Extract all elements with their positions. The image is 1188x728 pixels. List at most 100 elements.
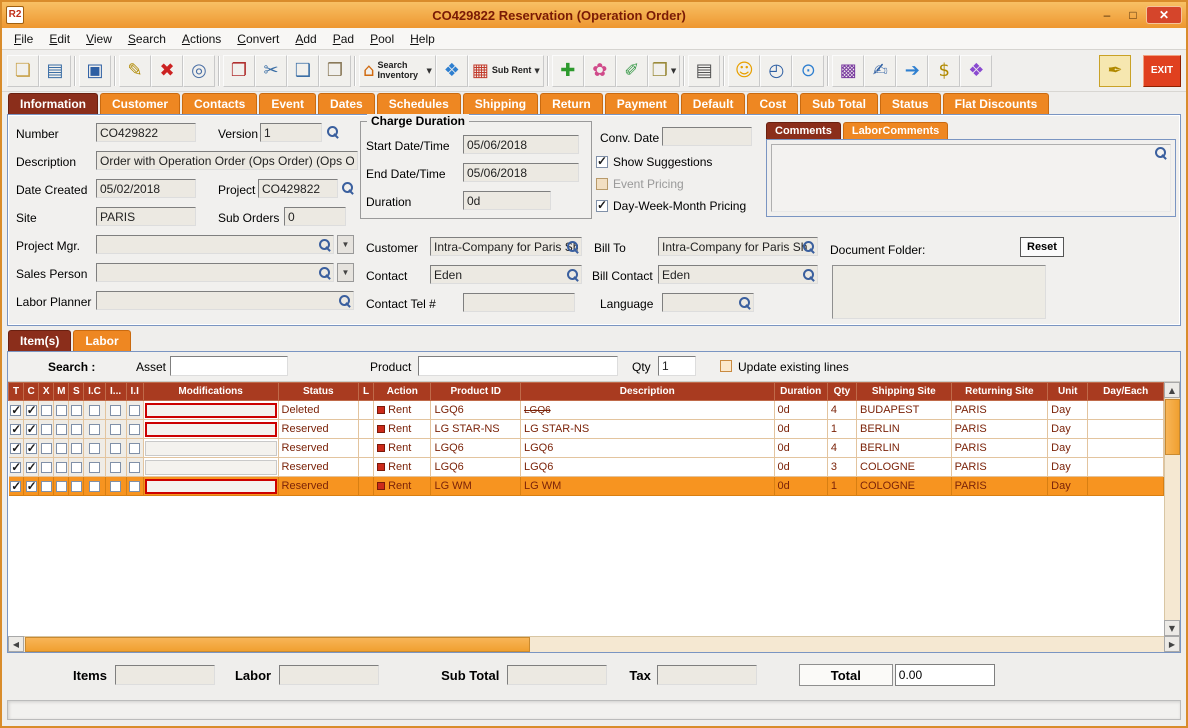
row-checkbox[interactable] <box>110 443 121 454</box>
tab-dates[interactable]: Dates <box>318 93 375 114</box>
project-mgr-search-icon[interactable] <box>318 238 331 251</box>
row-checkbox[interactable] <box>110 481 121 492</box>
cell-check[interactable] <box>69 439 84 458</box>
cell-unit[interactable]: Day <box>1048 477 1088 496</box>
row-checkbox[interactable] <box>56 462 67 473</box>
row-checkbox[interactable] <box>26 405 37 416</box>
cell-check[interactable] <box>9 477 24 496</box>
version-field[interactable] <box>260 123 322 142</box>
row-checkbox[interactable] <box>26 462 37 473</box>
row-checkbox[interactable] <box>56 405 67 416</box>
tab-item-s[interactable]: Item(s) <box>8 330 71 351</box>
duration-field[interactable] <box>463 191 551 210</box>
cell-product-id[interactable]: LGQ6 <box>431 401 521 420</box>
tab-cost[interactable]: Cost <box>747 93 798 114</box>
project-mgr-combo[interactable] <box>96 235 334 254</box>
row-checkbox[interactable] <box>110 424 121 435</box>
cell-qty[interactable]: 4 <box>827 439 856 458</box>
row-checkbox[interactable] <box>129 443 140 454</box>
modifications-box[interactable] <box>145 441 277 456</box>
cell-action[interactable]: Rent <box>374 401 431 420</box>
notes-button[interactable]: ✍ <box>864 55 896 87</box>
cell-unit[interactable]: Day <box>1048 401 1088 420</box>
cell-day-each[interactable] <box>1088 439 1164 458</box>
cell-check[interactable] <box>39 420 54 439</box>
row-checkbox[interactable] <box>10 424 21 435</box>
group-button[interactable]: ✿ <box>584 55 616 87</box>
row-checkbox[interactable] <box>89 481 100 492</box>
cell-unit[interactable]: Day <box>1048 439 1088 458</box>
column-header-unit[interactable]: Unit <box>1048 383 1088 401</box>
cell-returning-site[interactable]: PARIS <box>951 420 1048 439</box>
cell-description[interactable]: LGQ6 <box>520 401 774 420</box>
cell-qty[interactable]: 1 <box>827 420 856 439</box>
column-header-i[interactable]: I... <box>105 383 126 401</box>
description-field[interactable] <box>96 151 358 170</box>
scroll-left-button[interactable]: ◀ <box>8 636 24 652</box>
scroll-right-button[interactable]: ▶ <box>1164 636 1180 652</box>
row-checkbox[interactable] <box>110 462 121 473</box>
add-item-button[interactable]: ✚ <box>552 55 584 87</box>
cell-check[interactable] <box>105 420 126 439</box>
site-field[interactable] <box>96 207 196 226</box>
cell-status[interactable]: Reserved <box>278 458 358 477</box>
contact-tel-field[interactable] <box>463 293 575 312</box>
checkbox-day-week-month-pricing[interactable] <box>596 200 608 212</box>
cell-description[interactable]: LG WM <box>520 477 774 496</box>
maximize-button[interactable]: □ <box>1120 6 1146 24</box>
cell-check[interactable] <box>39 458 54 477</box>
column-header-returning-site[interactable]: Returning Site <box>951 383 1048 401</box>
sub-rent-button[interactable]: ▦Sub Rent▼ <box>468 55 544 87</box>
row-checkbox[interactable] <box>56 481 67 492</box>
title-bar[interactable]: R2 CO429822 Reservation (Operation Order… <box>2 2 1186 28</box>
cell-action[interactable]: Rent <box>374 439 431 458</box>
row-checkbox[interactable] <box>89 462 100 473</box>
sub-orders-field[interactable] <box>284 207 346 226</box>
sales-person-search-icon[interactable] <box>318 266 331 279</box>
menu-item-actions[interactable]: Actions <box>174 30 229 48</box>
column-header-t[interactable]: T <box>9 383 24 401</box>
cell-description[interactable]: LG STAR-NS <box>520 420 774 439</box>
cell-description[interactable]: LGQ6 <box>520 458 774 477</box>
save-button[interactable]: ▣ <box>79 55 111 87</box>
cell-check[interactable] <box>105 477 126 496</box>
tab-payment[interactable]: Payment <box>605 93 679 114</box>
bill-contact-combo[interactable] <box>658 265 818 284</box>
tab-comments[interactable]: Comments <box>766 122 841 139</box>
row-checkbox[interactable] <box>56 424 67 435</box>
cell-qty[interactable]: 4 <box>827 401 856 420</box>
disk-transfer-button[interactable]: ⊙ <box>792 55 824 87</box>
cell-returning-site[interactable]: PARIS <box>951 477 1048 496</box>
cell-check[interactable] <box>69 458 84 477</box>
cell-check[interactable] <box>9 458 24 477</box>
cell-l[interactable] <box>359 458 374 477</box>
row-checkbox[interactable] <box>71 462 82 473</box>
row-checkbox[interactable] <box>71 424 82 435</box>
cut-scissors-button[interactable]: ✂ <box>255 55 287 87</box>
cell-check[interactable] <box>9 401 24 420</box>
version-search-icon[interactable] <box>326 125 339 138</box>
cell-check[interactable] <box>69 401 84 420</box>
modifications-box[interactable] <box>145 403 277 418</box>
row-checkbox[interactable] <box>41 462 52 473</box>
cell-returning-site[interactable]: PARIS <box>951 401 1048 420</box>
cell-action[interactable]: Rent <box>374 477 431 496</box>
tab-laborcomments[interactable]: LaborComments <box>843 122 948 139</box>
new-document-button[interactable]: ❏ <box>7 55 39 87</box>
date-created-field[interactable] <box>96 179 196 198</box>
cell-action[interactable]: Rent <box>374 458 431 477</box>
bill-contact-field[interactable] <box>658 265 818 284</box>
exit-button[interactable]: EXIT <box>1143 55 1181 87</box>
cell-check[interactable] <box>24 401 39 420</box>
cell-check[interactable] <box>84 458 105 477</box>
column-header-c[interactable]: C <box>24 383 39 401</box>
row-checkbox[interactable] <box>10 405 21 416</box>
update-lines-checkbox[interactable] <box>720 360 732 372</box>
comments-search-icon[interactable] <box>1154 146 1167 159</box>
conv-date-field[interactable] <box>662 127 752 146</box>
column-header-i-i[interactable]: I.I <box>126 383 143 401</box>
cell-check[interactable] <box>126 458 143 477</box>
menu-item-pad[interactable]: Pad <box>325 30 362 48</box>
menu-item-help[interactable]: Help <box>402 30 443 48</box>
row-checkbox[interactable] <box>41 443 52 454</box>
